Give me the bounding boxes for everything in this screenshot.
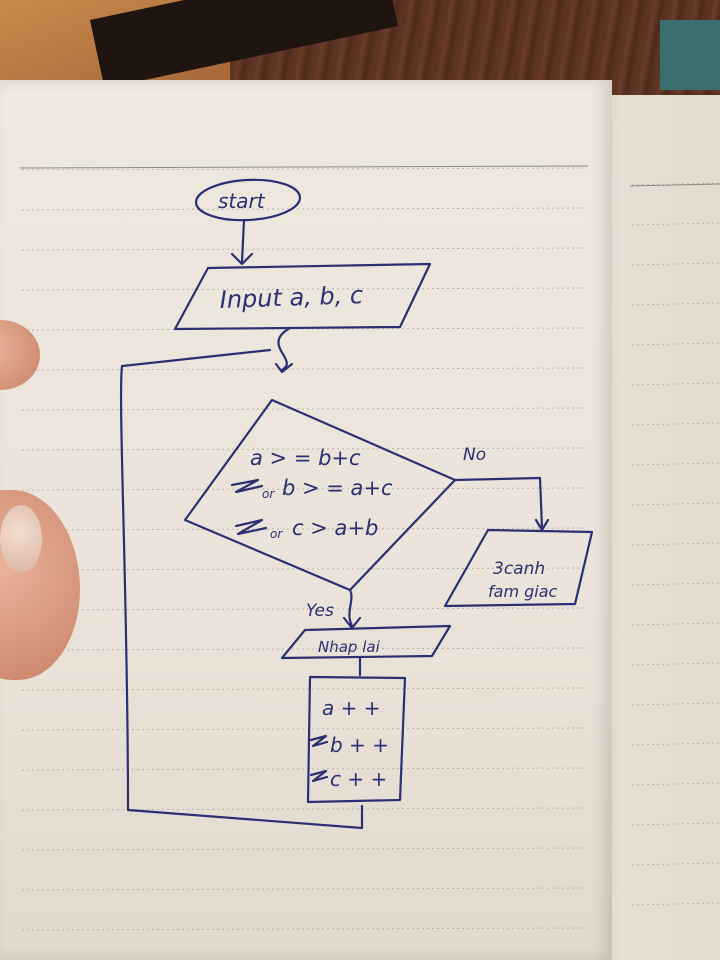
condition-prefix-1: or (262, 487, 275, 501)
thumbnail (0, 505, 42, 573)
condition-line-1: a > = b+c (250, 446, 361, 470)
increment-c: c + + (330, 767, 387, 791)
start-label: start (218, 189, 266, 213)
scribble (309, 734, 329, 748)
condition-prefix-2: or (270, 527, 283, 541)
increment-b: b + + (330, 733, 389, 757)
no-branch-line (453, 476, 544, 530)
no-output-line-1: 3canh (493, 559, 545, 579)
yes-label: Yes (306, 601, 334, 621)
condition-line-2: b > = a+c (282, 476, 393, 500)
no-output-line-2: fam giac (488, 582, 558, 601)
arrow-input-to-decision (277, 326, 292, 372)
scribble (234, 518, 268, 536)
scribble (230, 478, 264, 494)
yes-output-label: Nhap lai (318, 638, 381, 656)
flowchart: start Input a, b, c a > = b+c or b > = a… (119, 178, 594, 830)
photo-scene: start Input a, b, c a > = b+c or b > = a… (0, 0, 720, 960)
yes-branch-line (348, 588, 354, 628)
no-label: No (463, 445, 486, 465)
input-label: Input a, b, c (219, 281, 363, 314)
loop-back-line (119, 348, 364, 830)
arrow-start-to-input (240, 218, 246, 264)
increment-a: a + + (322, 696, 381, 720)
arrow-head (342, 616, 362, 630)
scribble (309, 769, 329, 783)
condition-line-3: c > a+b (292, 516, 378, 540)
